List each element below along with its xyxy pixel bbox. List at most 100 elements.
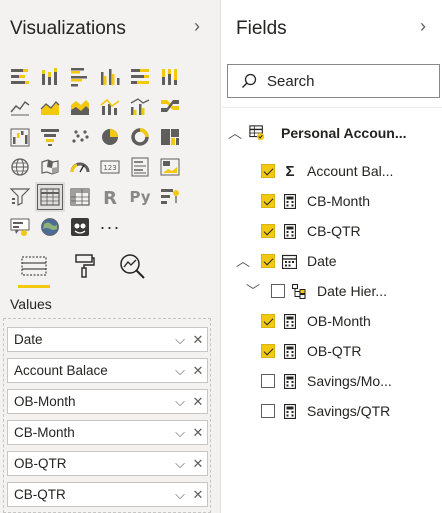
close-icon[interactable]: ✕ — [189, 487, 207, 503]
area-chart-icon[interactable] — [35, 92, 65, 122]
expand-up-icon[interactable]: ︿ — [228, 123, 242, 143]
python-icon[interactable]: Py — [125, 182, 155, 212]
line-and-stacked-column-icon[interactable] — [95, 92, 125, 122]
field-ob-qtr[interactable]: OB-QTR — [222, 337, 442, 365]
field-checkbox[interactable] — [261, 194, 275, 208]
field-cb-month[interactable]: CB-Month — [222, 187, 442, 215]
field-account-balance[interactable]: Σ Account Bal... — [222, 157, 442, 185]
well-item-cb-month[interactable]: CB-Month ⌵ ✕ — [7, 420, 208, 445]
well-item-cb-qtr[interactable]: CB-QTR ⌵ ✕ — [7, 482, 208, 507]
decomposition-tree-icon[interactable] — [5, 212, 35, 242]
waterfall-chart-icon[interactable] — [5, 122, 35, 152]
field-checkbox[interactable] — [261, 314, 275, 328]
field-savings-month[interactable]: Savings/Mo... — [222, 367, 442, 395]
field-savings-qtr[interactable]: Savings/QTR — [222, 397, 442, 425]
table-icon[interactable] — [35, 182, 65, 212]
donut-chart-icon[interactable] — [125, 122, 155, 152]
collapse-fields-chevron-icon[interactable]: › — [420, 16, 426, 37]
close-icon[interactable]: ✕ — [189, 332, 207, 348]
100-percent-stacked-column-icon[interactable] — [155, 62, 185, 92]
stacked-column-chart-icon[interactable] — [35, 62, 65, 92]
100-percent-stacked-bar-icon[interactable] — [125, 62, 155, 92]
table-personal-accounts[interactable]: ︿ Personal Accoun... — [222, 119, 442, 147]
card-icon[interactable]: 123 — [95, 152, 125, 182]
well-item-ob-month[interactable]: OB-Month ⌵ ✕ — [7, 389, 208, 414]
well-item-date[interactable]: Date ⌵ ✕ — [7, 327, 208, 352]
format-tool-icon[interactable] — [66, 248, 102, 284]
map-icon[interactable] — [5, 152, 35, 182]
field-ob-month[interactable]: OB-Month — [222, 307, 442, 335]
field-date[interactable]: ︿ Date — [222, 247, 442, 275]
fields-search-box[interactable] — [227, 64, 440, 98]
stacked-area-chart-icon[interactable] — [65, 92, 95, 122]
scatter-chart-icon[interactable] — [65, 122, 95, 152]
fields-tool-icon[interactable] — [16, 248, 52, 288]
chevron-down-icon[interactable]: ⌵ — [171, 425, 189, 441]
filled-map-icon[interactable] — [35, 152, 65, 182]
chevron-down-icon[interactable]: ⌵ — [171, 394, 189, 410]
collapse-visualizations-chevron-icon[interactable]: › — [194, 16, 200, 37]
chevron-down-icon[interactable]: ⌵ — [171, 487, 189, 503]
field-checkbox[interactable] — [261, 164, 275, 178]
ribbon-chart-icon[interactable] — [155, 92, 185, 122]
field-cb-qtr[interactable]: CB-QTR — [222, 217, 442, 245]
calculator-icon — [282, 223, 298, 239]
line-chart-icon[interactable] — [5, 92, 35, 122]
calculator-icon — [282, 313, 298, 329]
field-date-hierarchy[interactable]: ﹀ Date Hier... — [222, 277, 442, 305]
funnel-icon[interactable] — [35, 122, 65, 152]
matrix-icon[interactable] — [65, 182, 95, 212]
close-icon[interactable]: ✕ — [189, 425, 207, 441]
search-input[interactable] — [267, 72, 427, 90]
field-checkbox[interactable] — [271, 284, 285, 298]
chevron-down-icon[interactable]: ⌵ — [171, 332, 189, 348]
stacked-bar-chart-icon[interactable] — [5, 62, 35, 92]
chevron-down-icon[interactable]: ⌵ — [171, 456, 189, 472]
field-label: Savings/Mo... — [307, 373, 392, 389]
chevron-down-icon[interactable]: ⌵ — [171, 363, 189, 379]
table-icon — [249, 125, 265, 141]
analytics-tool-icon[interactable] — [114, 248, 150, 284]
close-icon[interactable]: ✕ — [189, 456, 207, 472]
close-icon[interactable]: ✕ — [189, 394, 207, 410]
pie-chart-icon[interactable] — [95, 122, 125, 152]
well-item-label: CB-Month — [14, 425, 75, 440]
close-icon[interactable]: ✕ — [189, 363, 207, 379]
field-label: Savings/QTR — [307, 403, 391, 419]
treemap-icon[interactable] — [155, 122, 185, 152]
expand-up-icon[interactable]: ︿ — [236, 251, 250, 271]
table-label: Personal Accoun... — [281, 125, 407, 141]
visualizations-tool-tabs — [0, 242, 220, 288]
well-item-account-balace[interactable]: Account Balace ⌵ ✕ — [7, 358, 208, 383]
line-and-clustered-column-icon[interactable] — [125, 92, 155, 122]
well-item-label: CB-QTR — [14, 487, 66, 502]
clustered-bar-chart-icon[interactable] — [65, 62, 95, 92]
well-item-label: Account Balace — [14, 363, 108, 378]
calendar-icon — [281, 253, 297, 269]
field-checkbox[interactable] — [261, 254, 275, 268]
field-checkbox[interactable] — [261, 224, 275, 238]
svg-text:Py: Py — [129, 188, 150, 206]
custom-visual-icon[interactable] — [65, 212, 95, 242]
values-label: Values — [10, 296, 52, 312]
r-script-icon[interactable]: R — [95, 182, 125, 212]
key-influencers-icon[interactable] — [155, 182, 185, 212]
well-item-ob-qtr[interactable]: OB-QTR ⌵ ✕ — [7, 451, 208, 476]
fields-title: Fields — [236, 18, 287, 39]
well-item-label: OB-Month — [14, 394, 76, 409]
gauge-icon[interactable] — [65, 152, 95, 182]
field-checkbox[interactable] — [261, 374, 275, 388]
kpi-icon[interactable] — [155, 152, 185, 182]
field-checkbox[interactable] — [261, 404, 275, 418]
field-checkbox[interactable] — [261, 344, 275, 358]
search-icon — [242, 73, 257, 88]
values-well[interactable]: Date ⌵ ✕ Account Balace ⌵ ✕ OB-Month ⌵ ✕… — [3, 318, 211, 513]
visualization-gallery: 123 R Py ··· — [5, 62, 215, 242]
multi-row-card-icon[interactable] — [125, 152, 155, 182]
chevron-down-icon[interactable]: ﹀ — [246, 281, 260, 301]
clustered-column-chart-icon[interactable] — [95, 62, 125, 92]
more-icon[interactable]: ··· — [95, 212, 125, 242]
visualizations-title: Visualizations — [10, 18, 126, 39]
slicer-icon[interactable] — [5, 182, 35, 212]
arcgis-map-icon[interactable] — [35, 212, 65, 242]
